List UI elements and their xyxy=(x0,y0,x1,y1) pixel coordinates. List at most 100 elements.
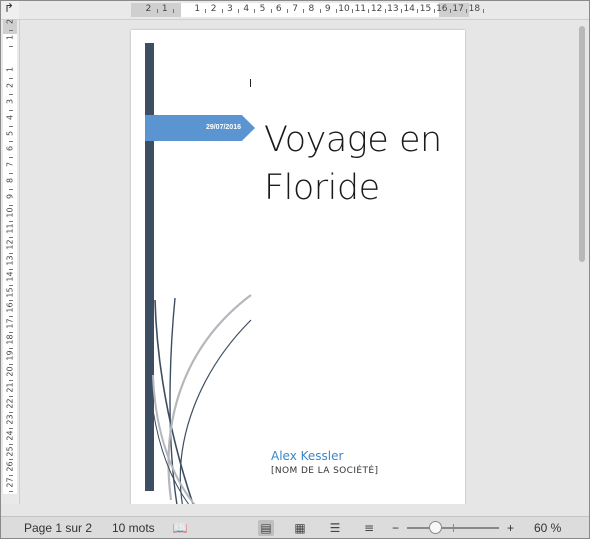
zoom-level[interactable]: 60 % xyxy=(534,521,561,535)
ruler-label: 4 xyxy=(5,114,15,120)
ruler-tick xyxy=(401,9,403,13)
ruler-tick xyxy=(9,125,13,127)
zoom-in-button[interactable]: + xyxy=(507,521,514,535)
proofing-icon[interactable]: 📖 xyxy=(172,520,188,536)
draft-icon[interactable]: ≡ xyxy=(361,520,377,536)
ruler-label: 2 xyxy=(145,4,152,14)
scrollbar-thumb[interactable] xyxy=(579,26,585,262)
ruler-label: 3 xyxy=(227,4,233,14)
ruler-tick xyxy=(156,9,158,13)
ruler-label: 20 xyxy=(5,366,15,377)
date-field[interactable]: 29/07/2016 xyxy=(181,124,241,131)
ruler-label: 1 xyxy=(194,4,201,14)
ruler-label: 7 xyxy=(5,162,15,168)
ruler-label: 6 xyxy=(5,146,15,152)
ruler-label: 1 xyxy=(5,66,15,72)
ruler-label: 22 xyxy=(5,398,15,409)
decorative-curves xyxy=(152,294,252,504)
horizontal-ruler[interactable]: 2 1 1 2 3 4 5 6 7 8 9 10 11 12 13 14 15 16 17 18 xyxy=(19,1,589,20)
ruler-tick xyxy=(449,9,451,13)
title-line-1: Voyage en xyxy=(264,120,442,160)
ruler-tick xyxy=(172,9,174,13)
ruler-tick xyxy=(384,9,386,13)
ruler-tick xyxy=(433,9,435,13)
ruler-tick xyxy=(238,9,240,13)
ruler-label: 18 xyxy=(468,4,481,14)
ruler-tick xyxy=(270,9,272,13)
ruler-label: 24 xyxy=(5,430,15,441)
ruler-label: 5 xyxy=(259,4,266,14)
ruler-label: 15 xyxy=(419,4,432,14)
title-line-2: Floride xyxy=(264,168,380,208)
ruler-label: 25 xyxy=(5,445,15,457)
ruler-label: 14 xyxy=(403,4,415,14)
document-title[interactable]: Voyage en Floride xyxy=(264,116,464,212)
ruler-tick xyxy=(9,109,13,111)
ruler-label: 16 xyxy=(436,4,448,14)
ruler-label: 12 xyxy=(5,239,15,250)
ruler-tick xyxy=(319,9,321,13)
ruler-label: 15 xyxy=(5,286,15,298)
ruler-label: 7 xyxy=(292,4,298,14)
ruler-label: 10 xyxy=(338,4,350,14)
ruler-tick xyxy=(9,46,13,48)
author-name[interactable]: Alex Kessler xyxy=(271,449,343,463)
vertical-scrollbar[interactable] xyxy=(576,20,589,504)
ruler-label: 5 xyxy=(5,130,15,136)
ruler-label: 23 xyxy=(5,414,15,425)
ruler-label: 3 xyxy=(5,98,15,104)
ruler-tick xyxy=(9,284,13,286)
ruler-label: 8 xyxy=(308,4,315,14)
page-count[interactable]: Page 1 sur 2 xyxy=(24,521,92,535)
ruler-tick xyxy=(221,9,223,13)
ruler-label: 11 xyxy=(354,4,367,14)
ruler-label: 17 xyxy=(452,4,464,14)
ruler-label: 1 xyxy=(5,35,15,41)
cover-page[interactable]: 29/07/2016 Voyage en Floride Alex Kessle… xyxy=(131,30,465,504)
text-cursor xyxy=(250,79,251,87)
ruler-label: 9 xyxy=(324,4,331,14)
ruler-label: 4 xyxy=(243,4,250,14)
ruler-label: 1 xyxy=(161,4,168,14)
ruler-tick xyxy=(9,491,13,493)
ruler-label: 6 xyxy=(275,4,282,14)
ruler-label: 13 xyxy=(387,4,399,14)
ruler-tick xyxy=(205,9,207,13)
ruler-tick xyxy=(417,9,419,13)
web-layout-icon[interactable]: ▦ xyxy=(292,520,308,536)
vertical-ruler[interactable]: 2 1 1 2 3 4 5 6 7 8 9 10 11 12 13 14 15 16 17 18 19 20 21 22 23 2… xyxy=(1,19,20,504)
ruler-tick xyxy=(466,9,468,13)
ruler-tick xyxy=(482,9,484,13)
ruler-label: 2 xyxy=(210,4,217,14)
zoom-slider-thumb[interactable] xyxy=(429,521,442,534)
ruler-tick xyxy=(9,427,13,429)
outline-icon[interactable]: ☰ xyxy=(327,520,343,536)
ruler-label: 27 xyxy=(5,477,15,488)
ruler-label: 13 xyxy=(5,255,15,266)
ruler-tick xyxy=(352,9,354,13)
ruler-label: 2 xyxy=(5,19,15,25)
word-count[interactable]: 10 mots xyxy=(112,521,155,535)
zoom-100-mark xyxy=(453,524,454,532)
ruler-label: 18 xyxy=(5,334,15,345)
ruler-tick xyxy=(9,268,13,270)
ruler-tick xyxy=(254,9,256,13)
ruler-label: 11 xyxy=(5,223,15,234)
ruler-tick xyxy=(303,9,305,13)
company-name[interactable]: [NOM DE LA SOCIÉTÉ] xyxy=(271,466,378,476)
zoom-out-button[interactable]: − xyxy=(392,521,399,535)
ruler-tick xyxy=(368,9,370,13)
status-bar: Page 1 sur 2 10 mots 📖 ▤ ▦ ☰ ≡ − + 60 % xyxy=(1,516,589,538)
ruler-label: 12 xyxy=(370,4,383,14)
ruler-label: 21 xyxy=(5,382,15,393)
ruler-label: 10 xyxy=(5,207,15,218)
ruler-tick xyxy=(286,9,288,13)
document-workspace[interactable]: 29/07/2016 Voyage en Floride Alex Kessle… xyxy=(20,20,576,504)
ruler-label: 19 xyxy=(5,350,15,361)
ruler-label: 2 xyxy=(5,82,15,88)
ruler-tick xyxy=(9,443,13,445)
ruler-label: 8 xyxy=(5,178,15,184)
ruler-label: 26 xyxy=(5,461,15,472)
ruler-label: 9 xyxy=(5,194,15,200)
print-layout-icon[interactable]: ▤ xyxy=(258,520,274,536)
